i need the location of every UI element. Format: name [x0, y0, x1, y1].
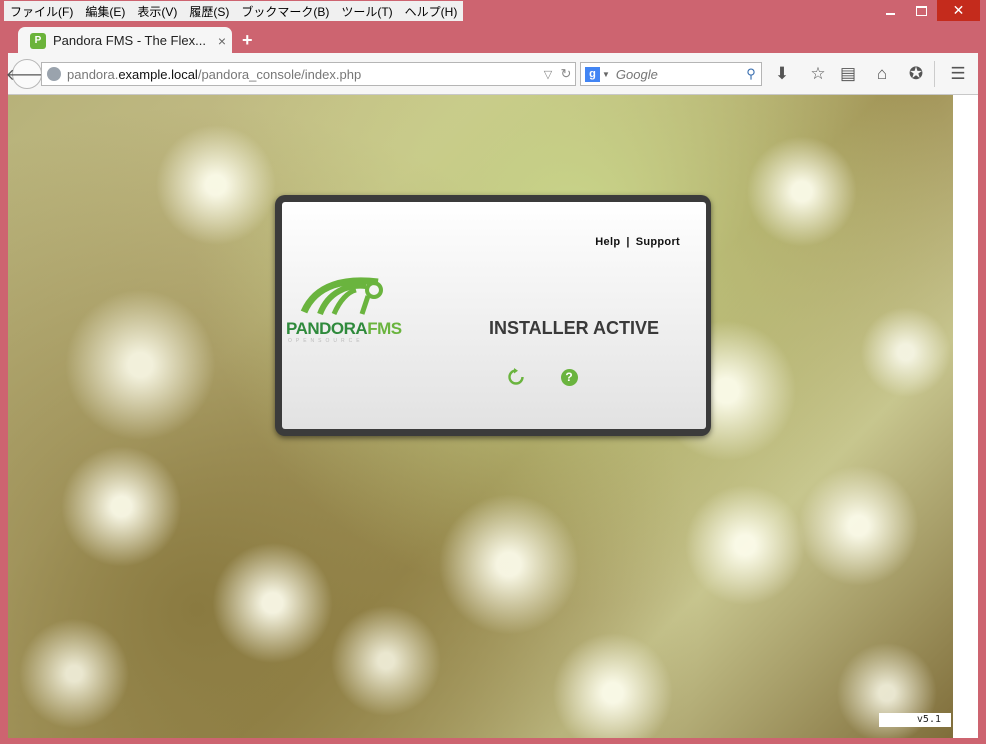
window-controls: ✕ — [875, 0, 980, 21]
tab-pandora[interactable]: P Pandora FMS - The Flex... × — [18, 27, 232, 54]
menu-history[interactable]: 履歴(S) — [183, 3, 235, 20]
logo-wordmark: PANDORAFMS — [286, 319, 402, 339]
version-label: v5.1 — [879, 713, 951, 727]
menu-tools[interactable]: ツール(T) — [335, 3, 398, 20]
maximize-button[interactable] — [906, 0, 937, 21]
engine-dropdown-icon[interactable]: ▼ — [602, 70, 610, 79]
download-icon[interactable]: ⬇ — [770, 63, 794, 85]
addon-icon[interactable]: ✪ — [904, 63, 928, 85]
new-tab-button[interactable]: + — [242, 30, 253, 51]
menu-view[interactable]: 表示(V) — [131, 3, 183, 20]
url-path: /pandora_console/index.php — [197, 66, 362, 82]
menu-file[interactable]: ファイル(F) — [4, 3, 79, 20]
url-text: pandora.example.local/pandora_console/in… — [67, 67, 539, 82]
logo-subtitle: OPENSOURCE — [288, 338, 364, 344]
url-host-domain: example.local — [118, 66, 198, 82]
minimize-button[interactable] — [875, 0, 906, 21]
refresh-button[interactable] — [506, 367, 526, 387]
google-engine-icon[interactable]: g — [585, 66, 600, 82]
tab-close-icon[interactable]: × — [212, 33, 232, 49]
toolbar-separator — [934, 61, 935, 87]
search-box[interactable]: g ▼ Google ⚲ — [580, 62, 762, 86]
menu-bar: ファイル(F) 編集(E) 表示(V) 履歴(S) ブックマーク(B) ツール(… — [4, 1, 464, 21]
tab-title: Pandora FMS - The Flex... — [53, 33, 206, 48]
menu-bookmarks[interactable]: ブックマーク(B) — [235, 3, 335, 20]
navigation-bar: 🡐 pandora.example.local/pandora_console/… — [6, 53, 978, 95]
installer-heading: INSTALLER ACTIVE — [489, 318, 659, 338]
help-button[interactable]: ? — [559, 367, 579, 387]
search-placeholder: Google — [615, 66, 658, 82]
logo-fms-text: FMS — [367, 319, 402, 338]
login-box: Help | Support PANDORAFMS OPENSOURCE INSTA… — [282, 202, 706, 429]
menu-help[interactable]: ヘルプ(H) — [399, 3, 464, 20]
close-window-button[interactable]: ✕ — [937, 0, 980, 21]
pandora-favicon-icon: P — [30, 32, 46, 49]
help-icon: ? — [560, 368, 578, 386]
bookmark-star-icon[interactable]: ☆ — [806, 63, 830, 85]
help-link[interactable]: Help — [595, 236, 620, 248]
home-icon[interactable]: ⌂ — [870, 63, 894, 85]
browser-window: ファイル(F) 編集(E) 表示(V) 履歴(S) ブックマーク(B) ツール(… — [0, 0, 986, 744]
menu-edit[interactable]: 編集(E) — [79, 3, 131, 20]
close-icon: ✕ — [952, 2, 965, 18]
support-link[interactable]: Support — [636, 236, 680, 248]
logo-pandora-text: PANDORA — [286, 319, 368, 338]
scrollbar-track[interactable] — [953, 95, 978, 738]
reading-list-icon[interactable]: ▤ — [836, 63, 860, 85]
top-links: Help | Support — [595, 236, 680, 248]
minimize-icon — [886, 12, 895, 15]
maximize-icon — [916, 5, 927, 16]
address-bar[interactable]: pandora.example.local/pandora_console/in… — [41, 62, 576, 86]
back-button[interactable]: 🡐 — [6, 59, 48, 89]
dropdown-arrow-icon[interactable]: ▽ — [539, 68, 557, 81]
search-icon[interactable]: ⚲ — [741, 66, 761, 82]
reload-icon[interactable]: ↻ — [557, 66, 575, 82]
globe-icon — [47, 67, 61, 81]
menu-hamburger-icon[interactable]: ☰ — [946, 63, 970, 85]
refresh-icon — [508, 368, 524, 385]
url-host-prefix: pandora. — [67, 66, 119, 82]
link-separator: | — [626, 236, 630, 248]
